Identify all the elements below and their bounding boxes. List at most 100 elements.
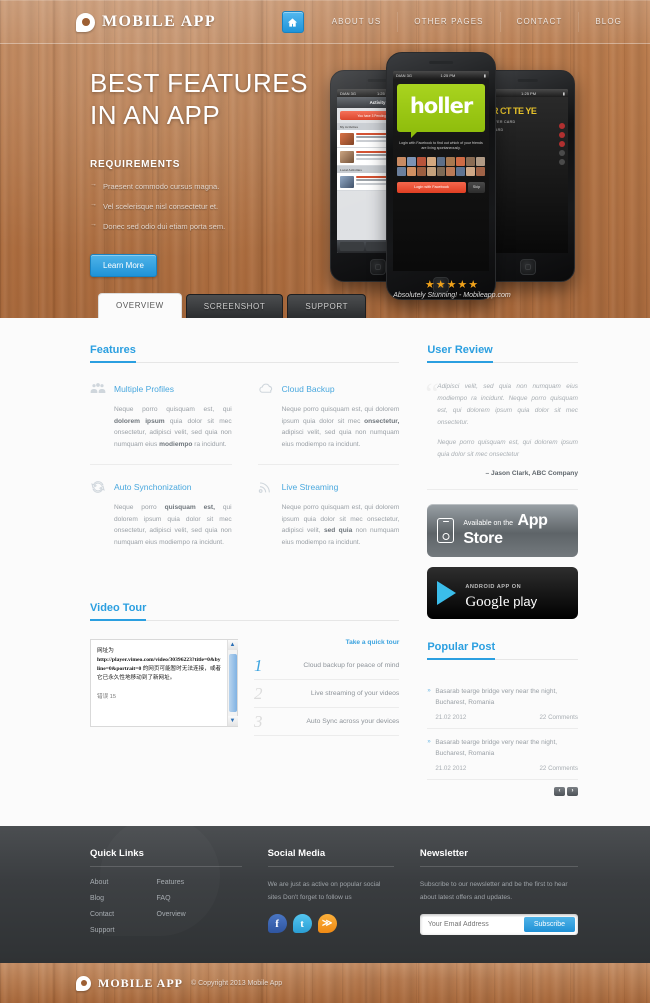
scroll-down-button[interactable]: ▼	[227, 716, 238, 727]
quick-tour-link[interactable]: Take a quick tour	[254, 639, 400, 646]
avatar	[426, 166, 436, 176]
tour-step[interactable]: 1 Cloud backup for peace of mind	[254, 652, 400, 681]
footer-link-faq[interactable]: FAQ	[157, 895, 186, 902]
feature-header: Auto Synchonization	[90, 479, 232, 495]
copyright-bar: MOBILE APP © Copyright 2013 Mobile App	[0, 963, 650, 1003]
quick-links-column-2: Features FAQ Overview	[157, 879, 186, 943]
newsletter-description: Subscribe to our newsletter and be the f…	[419, 881, 568, 901]
content-tabs: OVERVIEW SCREENSHOT SUPPORT	[98, 293, 370, 318]
review-paragraph: Neque porro quisquam est, qui dolorem ip…	[437, 439, 578, 459]
phone-speaker	[429, 61, 453, 64]
tab-screenshot[interactable]: SCREENSHOT	[185, 294, 284, 318]
post-date: 21.02 2012	[435, 713, 467, 721]
footer-link-features[interactable]: Features	[157, 879, 186, 886]
video-tour-section: Video Tour 网址为 http://player.vimeo.com/v…	[90, 598, 400, 737]
twitter-icon[interactable]: t	[292, 914, 312, 934]
nav-item-blog[interactable]: BLOG	[579, 12, 622, 32]
feature-text: Neque porro quisquam est, qui dolorem ip…	[114, 404, 232, 450]
feature-text: Neque porro quisquam est, qui dolorem ip…	[282, 502, 400, 548]
feature-title[interactable]: Multiple Profiles	[114, 384, 174, 394]
avatar	[397, 156, 406, 166]
avatar	[406, 166, 416, 176]
hero-title: BEST FEATURES IN AN APP	[90, 68, 340, 131]
pager-prev-button[interactable]: ‹	[554, 787, 565, 797]
tab-overview[interactable]: OVERVIEW	[98, 293, 182, 318]
skip-button[interactable]: Skip	[468, 181, 485, 193]
feature-text-part: Neque porro quisquam est, qui	[114, 406, 232, 413]
main-content: Features Multiple Profiles Neque porro q…	[0, 318, 650, 827]
nav-item-contact[interactable]: CONTACT	[501, 12, 580, 32]
quick-links-columns: About Blog Contact Support Features FAQ …	[90, 879, 242, 943]
email-input[interactable]	[422, 917, 524, 933]
facebook-icon[interactable]: f	[267, 914, 287, 934]
divider	[90, 362, 400, 363]
avatar	[406, 156, 416, 166]
rss-icon[interactable]: ≫	[317, 914, 337, 934]
scroll-up-button[interactable]: ▲	[227, 640, 238, 651]
footer-link-blog[interactable]: Blog	[90, 895, 115, 902]
multiple-profiles-icon	[90, 381, 106, 397]
hero-title-line-1: BEST FEATURES	[90, 68, 308, 98]
feature-title[interactable]: Auto Synchonization	[114, 482, 192, 492]
avatar	[416, 166, 426, 176]
feature-item: Multiple Profiles Neque porro quisquam e…	[90, 381, 232, 466]
video-scrollbar[interactable]: ▲ ▼	[227, 640, 238, 727]
post-item[interactable]: Basarab tearge bridge very near the nigh…	[427, 678, 578, 729]
footer-link-support[interactable]: Support	[90, 927, 115, 934]
tour-step-label: Cloud backup for peace of mind	[303, 662, 400, 670]
avatar	[436, 166, 446, 176]
tour-step-label: Auto Sync across your devices	[306, 718, 400, 726]
pager-next-button[interactable]: ›	[567, 787, 578, 797]
avatar	[456, 156, 466, 166]
feature-title[interactable]: Live Streaming	[282, 482, 339, 492]
post-comments[interactable]: 22 Comments	[539, 765, 578, 772]
post-comments[interactable]: 22 Comments	[539, 714, 578, 721]
feature-header: Multiple Profiles	[90, 381, 232, 397]
footer-link-overview[interactable]: Overview	[157, 911, 186, 918]
badge-small-text: Available on the	[463, 520, 513, 528]
avatar	[456, 166, 466, 176]
google-play-icon	[437, 580, 457, 605]
content-column: Features Multiple Profiles Neque porro q…	[90, 340, 400, 796]
feature-text-emphasis: onsectetur,	[364, 417, 400, 425]
app-store-badge-text: Available on the App Store	[463, 512, 568, 549]
phone-center: DIAN 3G 1:25 PM ▮ holler Login with Face…	[386, 52, 496, 300]
google-play-badge[interactable]: ANDROID APP ON Google play	[427, 566, 578, 619]
facebook-login-button[interactable]: Login with Facebook	[397, 181, 466, 193]
subscribe-button[interactable]: Subscribe	[523, 917, 575, 933]
copyright-text: © Copyright 2013 Mobile App	[191, 979, 283, 987]
footer-logo[interactable]: MOBILE APP	[76, 975, 183, 991]
avatar	[426, 156, 436, 166]
feature-header: Cloud Backup	[258, 381, 400, 397]
footer-link-contact[interactable]: Contact	[90, 911, 115, 918]
phone-center-screen: DIAN 3G 1:25 PM ▮ holler Login with Face…	[393, 71, 489, 271]
star-rating: ★★★★★	[424, 279, 480, 291]
nav-item-other-pages[interactable]: OTHER PAGES	[398, 12, 501, 32]
error-prefix: 网址为	[97, 648, 114, 655]
requirement-item: Vel scelerisque nisl consectetur et.	[90, 201, 340, 211]
post-item[interactable]: Basarab tearge bridge very near the nigh…	[427, 729, 578, 781]
error-code: 错误 15	[97, 694, 116, 700]
learn-more-button[interactable]: Learn More	[90, 254, 157, 278]
badge-large-text: App Store	[463, 512, 548, 548]
scrollbar-thumb[interactable]	[228, 654, 237, 713]
tour-step[interactable]: 3 Auto Sync across your devices	[254, 708, 400, 737]
site-header: MOBILE APP ABOUT US OTHER PAGES CONTACT …	[0, 0, 650, 44]
nav-home-button[interactable]	[281, 11, 304, 33]
tour-step-number: 2	[254, 684, 263, 704]
feature-text-emphasis: modiempo	[159, 440, 193, 448]
video-embed[interactable]: 网址为 http://player.vimeo.com/video/303962…	[90, 639, 238, 728]
tab-support[interactable]: SUPPORT	[287, 294, 367, 318]
home-icon	[288, 17, 298, 27]
app-store-badge[interactable]: Available on the App Store	[427, 504, 578, 557]
holler-tagline: Login with Facebook to find out which of…	[399, 141, 483, 151]
logo-mark-icon	[76, 975, 91, 991]
nav-item-about-us[interactable]: ABOUT US	[316, 12, 399, 32]
post-pager: ‹ ›	[427, 787, 578, 797]
feature-text-part: adipisci velit, sed quia non numquam eiu…	[281, 429, 400, 448]
footer-link-about[interactable]: About	[90, 879, 115, 886]
feature-title[interactable]: Cloud Backup	[282, 384, 335, 394]
tour-step[interactable]: 2 Live streaming of your videos	[254, 680, 400, 709]
site-logo[interactable]: MOBILE APP	[76, 12, 216, 32]
post-title: Basarab tearge bridge very near the nigh…	[427, 686, 578, 708]
